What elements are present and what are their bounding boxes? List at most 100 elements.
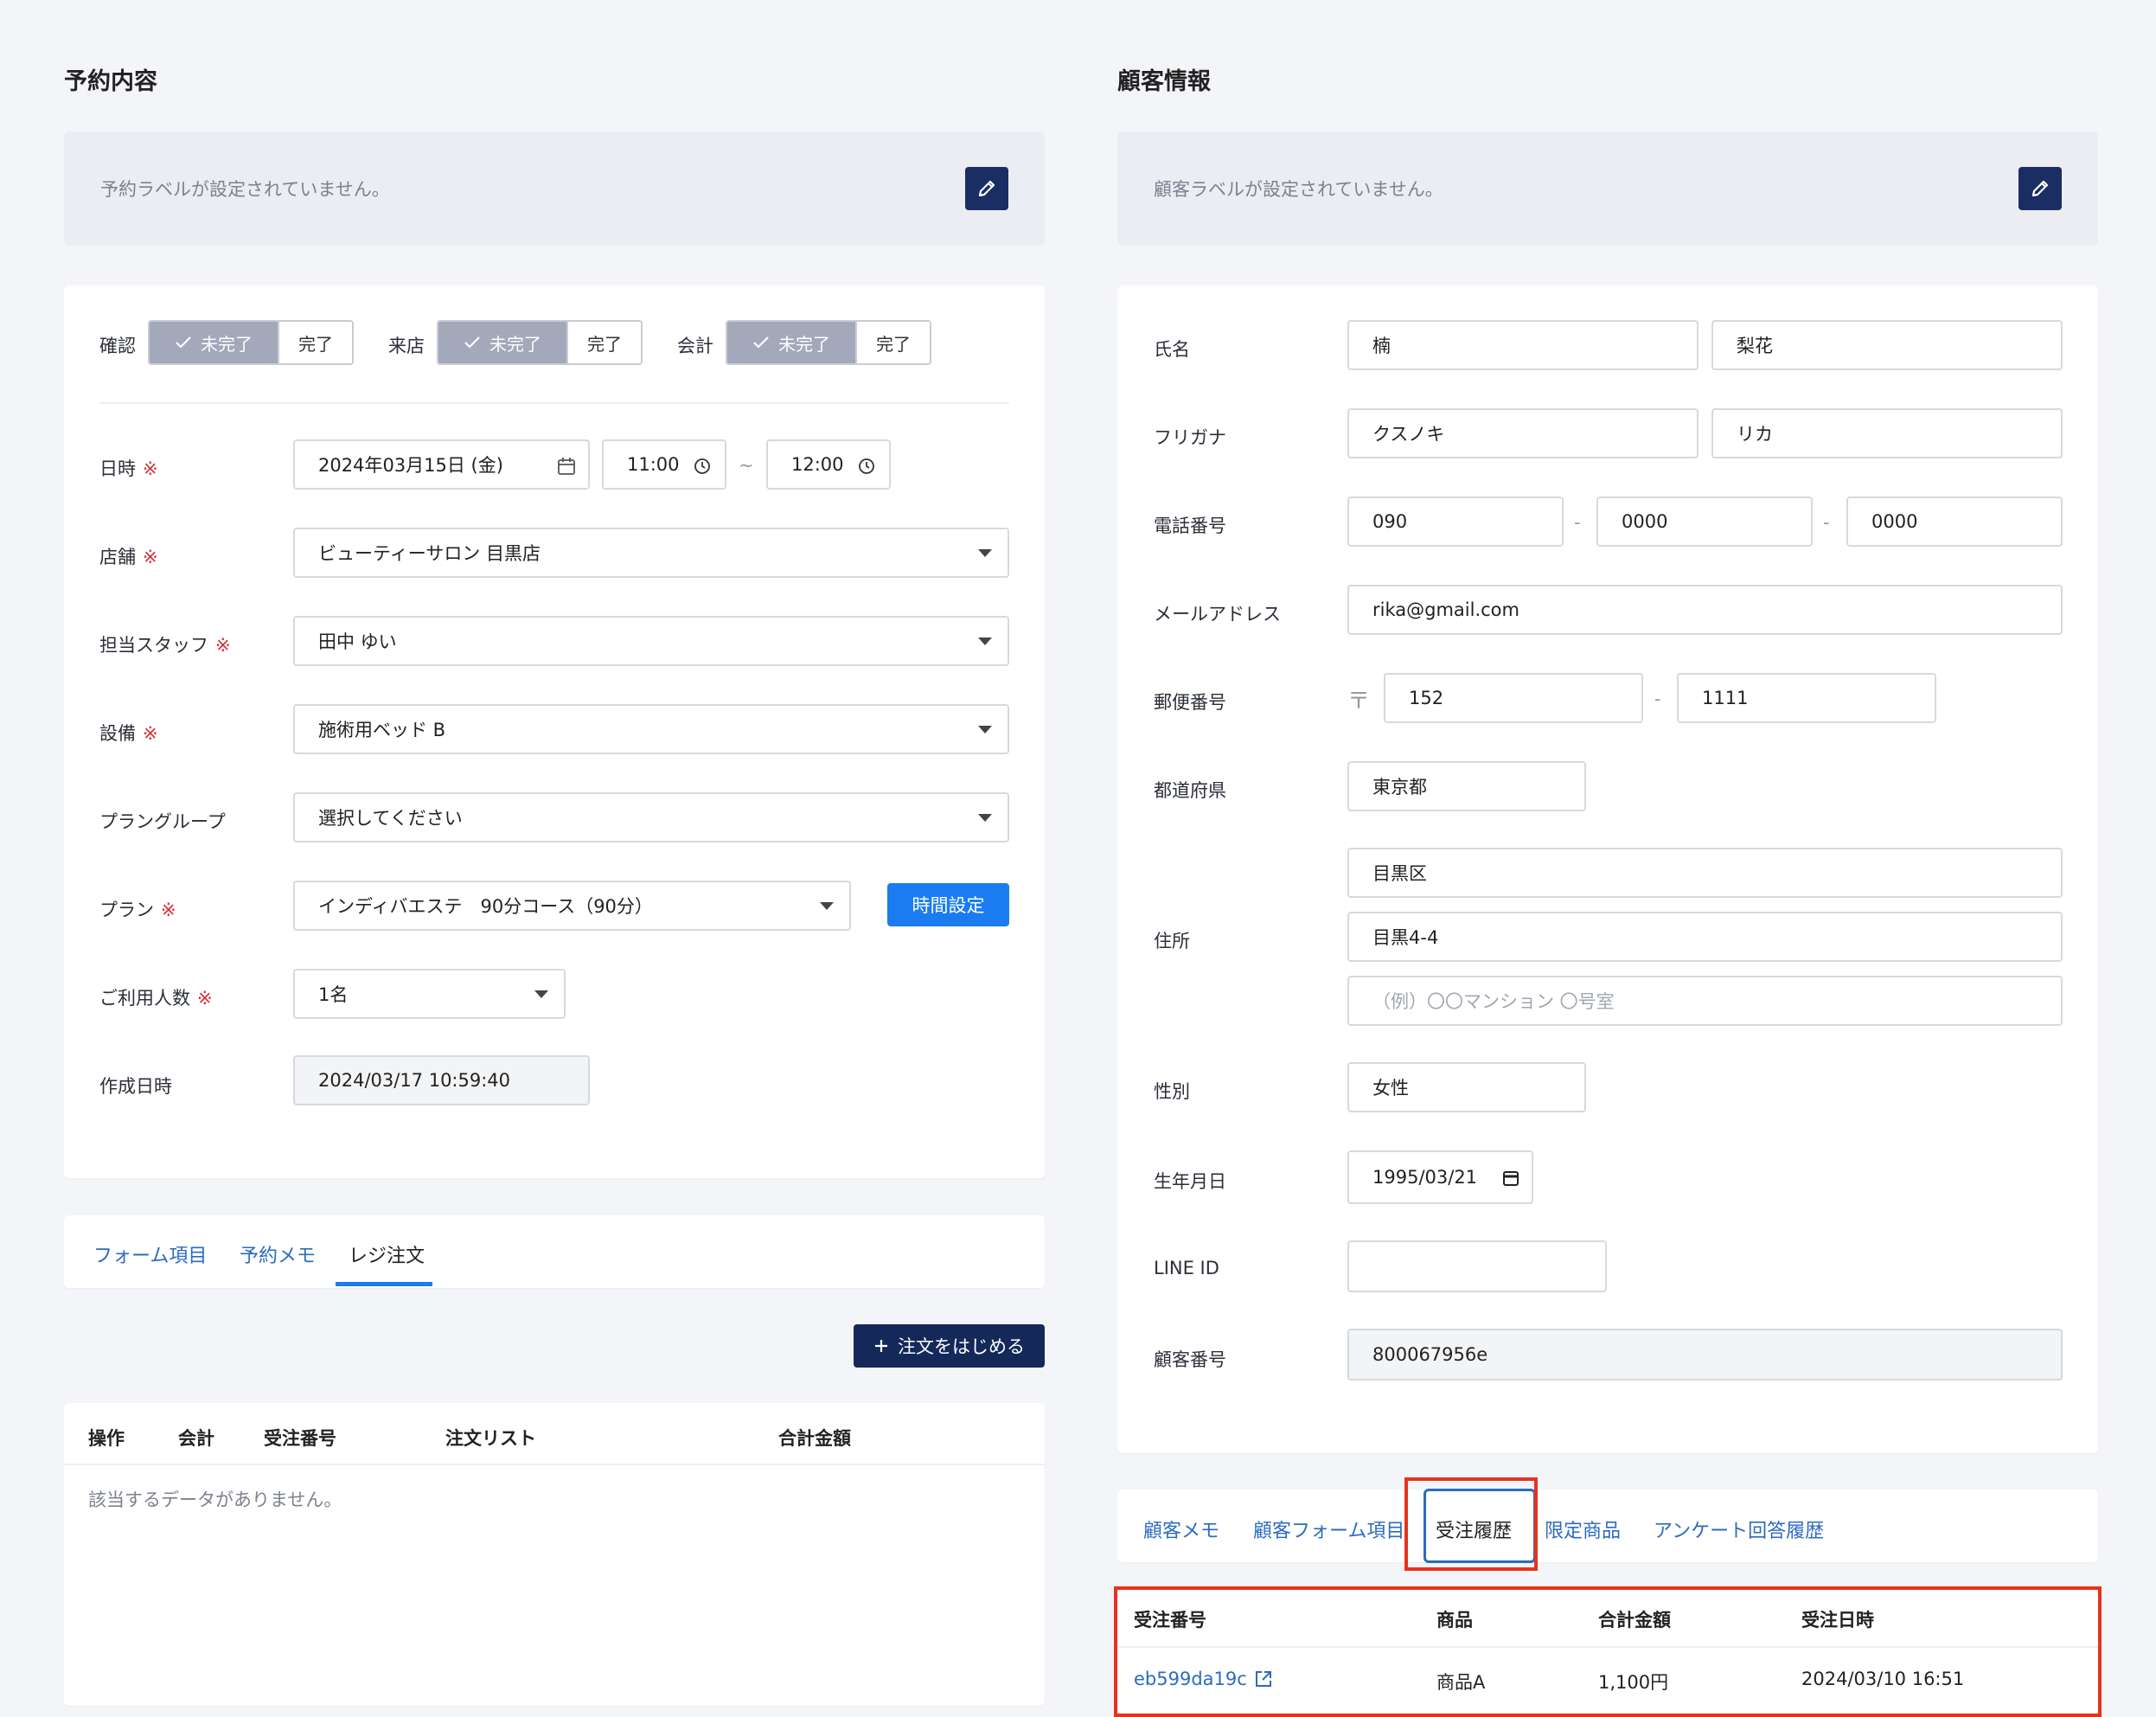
status-toggle-confirm: 未完了 完了 bbox=[148, 320, 354, 365]
address-label: 住所 bbox=[1154, 931, 1190, 951]
chevron-down-icon bbox=[820, 902, 834, 910]
postal-part1-field[interactable]: 152 bbox=[1384, 673, 1643, 723]
line-id-label: LINE ID bbox=[1154, 1258, 1219, 1278]
prefecture-field[interactable]: 東京都 bbox=[1347, 761, 1586, 811]
customer-title: 顧客情報 bbox=[1117, 68, 1211, 95]
gender-field[interactable]: 女性 bbox=[1347, 1062, 1586, 1112]
plus-icon bbox=[875, 1340, 887, 1352]
tab-form-items[interactable]: フォーム項目 bbox=[93, 1240, 207, 1268]
confirm-incomplete-option[interactable]: 未完了 bbox=[150, 322, 278, 363]
chevron-down-icon bbox=[978, 637, 992, 645]
equipment-select[interactable]: 施術用ベッド B bbox=[293, 704, 1009, 754]
visit-incomplete-option[interactable]: 未完了 bbox=[438, 322, 566, 363]
customer-number-label: 顧客番号 bbox=[1154, 1349, 1226, 1370]
col-operation: 操作 bbox=[88, 1428, 125, 1449]
col-order-list: 注文リスト bbox=[445, 1428, 536, 1449]
first-name-field[interactable]: 梨花 bbox=[1711, 320, 2063, 370]
postal-separator: - bbox=[1654, 689, 1661, 709]
store-select[interactable]: ビューティーサロン 目黒店 bbox=[293, 528, 1009, 578]
address-street-field[interactable]: 目黒4-4 bbox=[1347, 912, 2063, 962]
people-label: ご利用人数 ※ bbox=[99, 988, 213, 1009]
datetime-label: 日時 ※ bbox=[99, 458, 158, 479]
customer-label-box: 顧客ラベルが設定されていません。 bbox=[1117, 131, 2098, 246]
plan-group-select[interactable]: 選択してください bbox=[293, 792, 1009, 842]
visit-complete-option[interactable]: 完了 bbox=[566, 322, 641, 363]
status-toggle-visit: 未完了 完了 bbox=[437, 320, 643, 365]
divider bbox=[64, 1464, 1045, 1465]
confirm-complete-option[interactable]: 完了 bbox=[278, 322, 352, 363]
chevron-down-icon bbox=[534, 990, 548, 998]
payment-incomplete-option[interactable]: 未完了 bbox=[727, 322, 855, 363]
customer-number-field: 800067956e bbox=[1347, 1329, 2063, 1381]
staff-label: 担当スタッフ ※ bbox=[99, 635, 231, 656]
last-name-kana-field[interactable]: クスノキ bbox=[1347, 408, 1699, 458]
start-order-button[interactable]: 注文をはじめる bbox=[854, 1324, 1045, 1368]
birthday-input[interactable]: 1995/03/21 bbox=[1347, 1150, 1533, 1204]
status-label-confirm: 確認 bbox=[99, 336, 136, 356]
people-select[interactable]: 1名 bbox=[293, 969, 566, 1019]
highlight-box bbox=[1404, 1477, 1538, 1571]
reservation-label-placeholder: 予約ラベルが設定されていません。 bbox=[100, 179, 390, 200]
phone-part3-field[interactable]: 0000 bbox=[1846, 497, 2063, 547]
plan-select[interactable]: インディバエステ 90分コース（90分） bbox=[293, 881, 851, 931]
tab-limited-products[interactable]: 限定商品 bbox=[1545, 1515, 1621, 1543]
chevron-down-icon bbox=[978, 549, 992, 557]
col-total: 合計金額 bbox=[778, 1428, 851, 1449]
time-range-separator: ~ bbox=[739, 455, 754, 476]
plan-label: プラン ※ bbox=[99, 900, 176, 920]
time-setting-button[interactable]: 時間設定 bbox=[887, 883, 1009, 926]
start-time-input[interactable]: 11:00 bbox=[602, 439, 726, 490]
payment-incomplete-label: 未完了 bbox=[778, 333, 830, 355]
address-building-field[interactable]: （例）〇〇マンション 〇号室 bbox=[1347, 976, 2063, 1026]
check-icon bbox=[464, 336, 480, 349]
email-label: メールアドレス bbox=[1154, 604, 1281, 625]
customer-label-placeholder: 顧客ラベルが設定されていません。 bbox=[1154, 179, 1443, 200]
phone-separator: - bbox=[1574, 512, 1581, 533]
phone-part2-field[interactable]: 0000 bbox=[1596, 497, 1813, 547]
plan-group-label: プラングループ bbox=[99, 811, 226, 832]
edit-reservation-label-button[interactable] bbox=[965, 167, 1008, 210]
calendar-icon bbox=[558, 458, 575, 475]
highlight-box bbox=[1114, 1586, 2102, 1717]
email-field[interactable]: rika@gmail.com bbox=[1347, 585, 2063, 635]
col-order-number: 受注番号 bbox=[264, 1428, 336, 1449]
phone-label: 電話番号 bbox=[1154, 516, 1226, 536]
status-toggle-payment: 未完了 完了 bbox=[726, 320, 931, 365]
end-time-input[interactable]: 12:00 bbox=[766, 439, 891, 490]
reservation-title: 予約内容 bbox=[64, 68, 157, 95]
tab-reservation-memo[interactable]: 予約メモ bbox=[240, 1240, 316, 1268]
tab-register-order[interactable]: レジ注文 bbox=[349, 1240, 425, 1268]
last-name-field[interactable]: 楠 bbox=[1347, 320, 1699, 370]
staff-select[interactable]: 田中 ゆい bbox=[293, 616, 1009, 666]
address-city-field[interactable]: 目黒区 bbox=[1347, 848, 2063, 898]
confirm-incomplete-label: 未完了 bbox=[201, 333, 253, 355]
first-name-kana-field[interactable]: リカ bbox=[1711, 408, 2063, 458]
check-icon bbox=[176, 336, 191, 349]
created-label: 作成日時 bbox=[99, 1076, 172, 1097]
date-input[interactable]: 2024年03月15日 (金) bbox=[293, 439, 590, 490]
edit-customer-label-button[interactable] bbox=[2018, 167, 2062, 210]
start-order-label: 注文をはじめる bbox=[898, 1336, 1025, 1357]
name-label: 氏名 bbox=[1154, 339, 1190, 360]
reservation-tabs bbox=[64, 1215, 1045, 1288]
birthday-label: 生年月日 bbox=[1154, 1171, 1226, 1192]
phone-part1-field[interactable]: 090 bbox=[1347, 497, 1564, 547]
tab-survey-history[interactable]: アンケート回答履歴 bbox=[1654, 1515, 1824, 1543]
store-label: 店舗 ※ bbox=[99, 547, 158, 567]
tab-customer-form-items[interactable]: 顧客フォーム項目 bbox=[1253, 1515, 1404, 1543]
status-label-visit: 来店 bbox=[388, 336, 425, 356]
clock-icon bbox=[694, 458, 710, 474]
prefecture-label: 都道府県 bbox=[1154, 780, 1226, 801]
phone-separator: - bbox=[1823, 512, 1830, 533]
visit-incomplete-label: 未完了 bbox=[489, 333, 541, 355]
clock-icon bbox=[859, 458, 874, 474]
status-label-payment: 会計 bbox=[677, 336, 713, 356]
active-tab-indicator bbox=[336, 1282, 432, 1286]
tab-customer-memo[interactable]: 顧客メモ bbox=[1143, 1515, 1219, 1543]
chevron-down-icon bbox=[978, 726, 992, 734]
gender-label: 性別 bbox=[1154, 1081, 1190, 1102]
pencil-icon bbox=[2031, 180, 2049, 197]
payment-complete-option[interactable]: 完了 bbox=[855, 322, 930, 363]
line-id-field[interactable] bbox=[1347, 1240, 1607, 1292]
postal-part2-field[interactable]: 1111 bbox=[1677, 673, 1936, 723]
